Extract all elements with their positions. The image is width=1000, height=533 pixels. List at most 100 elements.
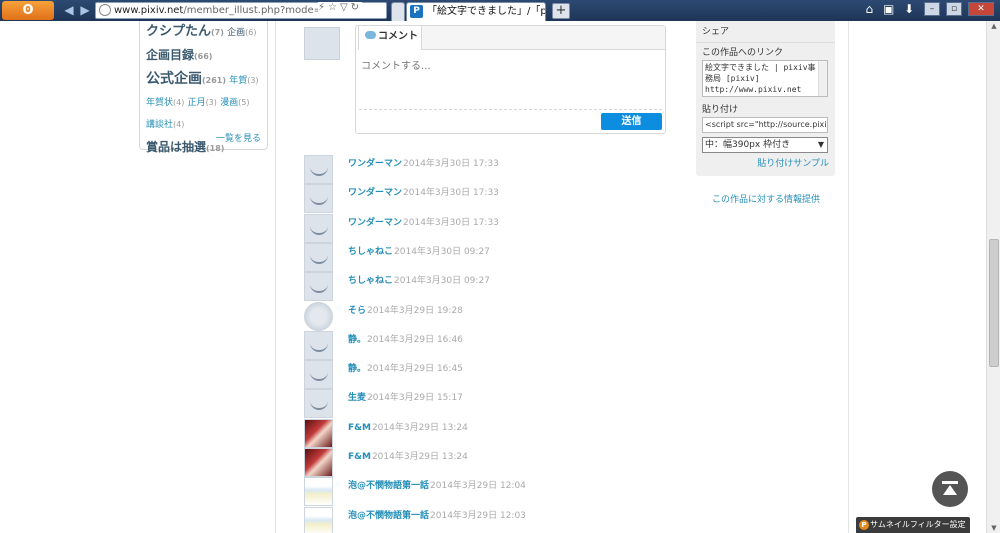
user-avatar[interactable] [304,389,333,419]
comment-date: 2014年3月30日 17:33 [403,188,499,199]
scroll-down-icon[interactable]: ▼ [989,524,999,532]
user-avatar[interactable] [304,477,333,507]
addon-icon[interactable]: ▣ [883,2,894,16]
tag-link[interactable]: 年賀状(4) [146,98,184,108]
embed-size-select[interactable]: 中：幅390px 枠付き ▼ [702,137,828,153]
column-divider-left [275,21,276,533]
user-avatar[interactable] [304,155,333,184]
minimize-button[interactable]: – [924,2,940,16]
scrollbar-thumb[interactable] [989,239,999,367]
embed-code-input[interactable]: <script src="http://source.pixiv.n [702,117,828,133]
author-link[interactable]: ちしゃねこ [348,247,393,257]
user-avatar[interactable] [304,360,333,390]
link-textbox[interactable]: 絵文字できました | pixiv事務局 [pixiv] http://www.p… [702,60,828,97]
author-link[interactable]: 静。 [348,364,366,374]
firefox-menu-button[interactable]: ʘ [2,1,54,20]
tab-pinned[interactable] [391,2,405,21]
user-avatar[interactable] [304,213,333,243]
comment-author: ワンダーマン2014年3月30日 17:33 [348,185,499,198]
user-avatar[interactable] [304,184,333,214]
author-link[interactable]: 静。 [348,335,366,345]
author-link[interactable]: ワンダーマン [348,188,402,198]
new-tab-button[interactable]: + [552,3,570,19]
comment-row: ワンダーマン2014年3月30日 17:33 [304,184,584,214]
tag-link[interactable]: 賞品は抽選(18) [146,140,224,154]
author-link[interactable]: F&M [348,423,371,433]
report-info-link[interactable]: この作品に対する情報提供 [712,192,820,205]
author-link[interactable]: 泡@不憫物語第一話 [348,511,429,521]
tag-link[interactable]: 年賀(3) [229,76,258,86]
comment-form: コメント 送信 [355,25,666,134]
tab-comment[interactable]: コメント [358,26,422,50]
tag-label: 年賀 [229,76,248,86]
tag-link[interactable]: 正月(3) [188,98,217,108]
user-avatar[interactable] [304,330,333,360]
tab-active[interactable]: P 「絵文字できました」/「pixi... [406,2,546,21]
pixiv-p-icon: P [859,520,869,530]
tag-link[interactable]: 講談社(4) [146,120,184,130]
download-icon[interactable]: ⬇ [904,2,914,16]
author-link[interactable]: ワンダーマン [348,159,402,169]
speech-bubble-icon [365,31,376,39]
see-all-tags-link[interactable]: 一覧を見る [216,133,261,145]
tag-count: (3) [247,76,259,85]
default-face-icon [310,223,328,235]
tag-link[interactable]: クシプたん(7) [146,24,224,39]
tag-label: 年賀状 [146,98,174,108]
embed-label: 貼り付け [702,105,739,115]
thumbnail-filter-button[interactable]: P サムネイルフィルター設定 [856,517,970,533]
author-link[interactable]: F&M [348,452,371,462]
comment-author: 静。2014年3月29日 16:45 [348,361,463,374]
comment-row: 泡@不憫物語第一話2014年3月29日 12:04 [304,477,584,507]
comment-author: ワンダーマン2014年3月30日 17:33 [348,156,499,169]
author-link[interactable]: ちしゃねこ [348,276,393,286]
tag-count: (5) [238,98,250,107]
default-face-icon [310,281,328,294]
user-avatar[interactable] [304,272,333,302]
user-avatar[interactable] [304,242,333,272]
author-link[interactable]: ワンダーマン [348,218,402,228]
tag-count: (4) [173,98,185,107]
home-icon[interactable]: ⌂ [865,2,873,16]
tag-link[interactable]: 企画(6) [227,28,256,38]
user-avatar[interactable] [304,448,333,477]
close-window-button[interactable]: ✕ [968,2,994,16]
comment-row: ちしゃねこ2014年3月30日 09:27 [304,242,584,272]
comment-author: F&M2014年3月29日 13:24 [348,449,468,462]
url-bar-icons[interactable]: ⚡☆▽↻ [318,2,363,13]
tag-link[interactable]: 企画目録(66) [146,48,212,62]
comment-author: そら2014年3月29日 19:28 [348,303,463,316]
user-avatar[interactable] [304,418,333,448]
comment-row: F&M2014年3月29日 13:24 [304,448,584,477]
tag-label: クシプたん [146,24,212,39]
comment-row: ちしゃねこ2014年3月30日 09:27 [304,272,584,302]
back-arrow-icon[interactable]: ◀ [62,3,76,17]
page-scrollbar[interactable]: ▲ ▼ [986,21,1000,533]
comment-row: 静。2014年3月29日 16:45 [304,360,584,390]
forward-arrow-icon[interactable]: ▶ [78,3,92,17]
scroll-up-icon[interactable]: ▲ [989,22,999,30]
user-avatar[interactable] [304,506,333,533]
tag-link[interactable]: 公式企画(261) [146,71,226,87]
window-controls: ⌂ ▣ ⬇ – ▫ ✕ [865,2,1000,19]
column-divider-right [848,21,849,533]
comment-input[interactable] [359,52,662,110]
default-face-icon [310,164,328,176]
maximize-button[interactable]: ▫ [946,2,962,16]
comment-date: 2014年3月30日 17:33 [403,217,499,228]
comment-author: 泡@不憫物語第一話2014年3月29日 12:03 [348,508,526,521]
comment-author: F&M2014年3月29日 13:24 [348,420,468,433]
tag-count: (66) [194,52,213,61]
tag-link[interactable]: 漫画(5) [220,98,249,108]
back-to-top-button[interactable] [932,471,968,507]
author-link[interactable]: 生麦 [348,393,366,403]
link-textbox-scrollbar[interactable] [818,61,827,96]
author-link[interactable]: そら [348,306,366,316]
author-link[interactable]: 泡@不憫物語第一話 [348,481,429,491]
tag-count: (6) [245,28,257,37]
user-avatar[interactable] [304,301,333,331]
embed-sample-link[interactable]: 貼り付けサンプル [702,156,829,169]
comment-row: 生麦2014年3月29日 15:17 [304,389,584,419]
send-button[interactable]: 送信 [601,113,662,130]
my-avatar [304,27,340,60]
